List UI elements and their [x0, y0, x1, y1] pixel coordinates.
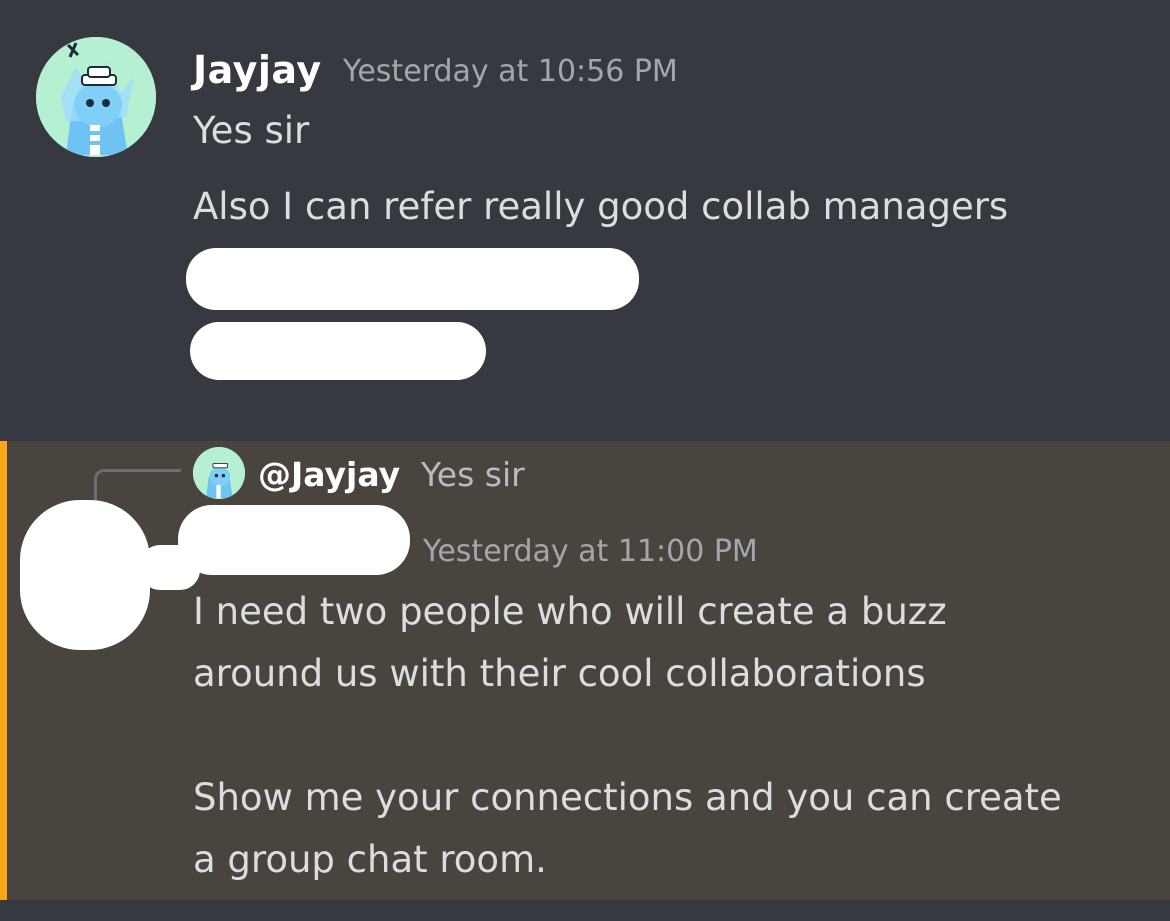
message-jayjay: Jayjay Yesterday at 10:56 PM Yes sir Als… [0, 0, 1170, 441]
chat-background [0, 900, 1170, 921]
redacted-username [178, 505, 410, 575]
message-line: Yes sir [193, 109, 310, 152]
redaction-mark [190, 322, 486, 380]
author-username[interactable]: Jayjay [193, 48, 322, 92]
mention-highlight-bar [0, 441, 7, 900]
reply-preview-text[interactable]: Yes sir [421, 455, 525, 494]
message-timestamp[interactable]: Yesterday at 11:00 PM [423, 534, 758, 569]
sailor-creature-avatar-icon[interactable] [36, 37, 156, 157]
message-line: Also I can refer really good collab mana… [193, 185, 1009, 228]
message-body: I need two people who will create a buzz… [193, 590, 1062, 881]
redaction-mark [186, 248, 639, 310]
message-timestamp[interactable]: Yesterday at 10:56 PM [343, 54, 678, 89]
redacted-avatar [20, 500, 150, 650]
reply-mention[interactable]: @Jayjay [258, 455, 400, 494]
sailor-creature-avatar-icon[interactable] [193, 447, 245, 499]
reply-connector [94, 469, 181, 500]
